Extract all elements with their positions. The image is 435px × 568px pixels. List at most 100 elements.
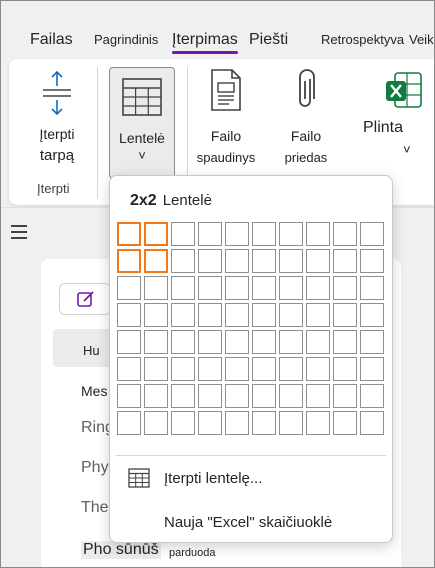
- table-grid-cell[interactable]: [306, 303, 330, 327]
- spreadsheet-button[interactable]: Plinta ˅: [359, 69, 429, 161]
- table-grid-cell[interactable]: [144, 222, 168, 246]
- tab-insert[interactable]: Įterpimas: [172, 31, 238, 54]
- table-grid-cell[interactable]: [198, 411, 222, 435]
- table-grid-cell[interactable]: [252, 276, 276, 300]
- table-grid-cell[interactable]: [171, 384, 195, 408]
- page-item[interactable]: Hu: [83, 343, 100, 358]
- table-grid-cell[interactable]: [198, 276, 222, 300]
- table-grid-cell[interactable]: [144, 276, 168, 300]
- file-printout-button[interactable]: Failo spaudinys: [193, 69, 259, 169]
- table-grid-cell[interactable]: [198, 384, 222, 408]
- new-page-button[interactable]: [59, 283, 111, 315]
- table-grid-cell[interactable]: [306, 222, 330, 246]
- table-grid-cell[interactable]: [198, 303, 222, 327]
- table-grid-cell[interactable]: [360, 303, 384, 327]
- table-grid-cell[interactable]: [117, 303, 141, 327]
- table-grid-cell[interactable]: [198, 330, 222, 354]
- tab-draw[interactable]: Piešti: [249, 31, 288, 49]
- tab-home[interactable]: Pagrindinis: [94, 32, 158, 47]
- table-grid-cell[interactable]: [252, 303, 276, 327]
- table-grid-cell[interactable]: [144, 303, 168, 327]
- page-item[interactable]: Mes: [81, 383, 107, 399]
- table-grid-cell[interactable]: [279, 276, 303, 300]
- table-grid-cell[interactable]: [279, 222, 303, 246]
- table-grid-cell[interactable]: [333, 357, 357, 381]
- table-grid-cell[interactable]: [306, 330, 330, 354]
- table-grid-cell[interactable]: [144, 249, 168, 273]
- table-grid-cell[interactable]: [198, 222, 222, 246]
- table-grid-cell[interactable]: [333, 330, 357, 354]
- table-grid-cell[interactable]: [360, 411, 384, 435]
- page-item[interactable]: The: [81, 499, 109, 517]
- table-grid-cell[interactable]: [252, 330, 276, 354]
- table-grid-cell[interactable]: [144, 357, 168, 381]
- hamburger-icon[interactable]: [11, 225, 27, 239]
- file-attachment-button[interactable]: Failo priedas: [273, 69, 339, 169]
- insert-space-button[interactable]: Įterpti tarpą: [27, 69, 87, 167]
- tab-file[interactable]: Failas: [30, 31, 73, 49]
- table-grid-cell[interactable]: [333, 411, 357, 435]
- table-grid-cell[interactable]: [333, 276, 357, 300]
- table-grid-cell[interactable]: [225, 357, 249, 381]
- page-item[interactable]: Phy: [81, 459, 109, 477]
- table-grid-cell[interactable]: [279, 411, 303, 435]
- table-grid-cell[interactable]: [225, 411, 249, 435]
- table-grid-cell[interactable]: [144, 384, 168, 408]
- table-grid-cell[interactable]: [252, 222, 276, 246]
- table-grid-cell[interactable]: [333, 222, 357, 246]
- table-grid-cell[interactable]: [279, 303, 303, 327]
- table-grid-cell[interactable]: [333, 303, 357, 327]
- table-grid-cell[interactable]: [333, 249, 357, 273]
- table-grid-cell[interactable]: [117, 249, 141, 273]
- tab-review[interactable]: Retrospektyva: [321, 32, 404, 47]
- table-grid-cell[interactable]: [360, 222, 384, 246]
- table-grid-cell[interactable]: [117, 411, 141, 435]
- table-grid-cell[interactable]: [225, 276, 249, 300]
- tab-view[interactable]: Veiks: [409, 32, 434, 47]
- table-grid-cell[interactable]: [252, 411, 276, 435]
- table-grid-cell[interactable]: [306, 249, 330, 273]
- table-grid-cell[interactable]: [144, 330, 168, 354]
- table-grid-cell[interactable]: [306, 384, 330, 408]
- table-grid-cell[interactable]: [225, 303, 249, 327]
- table-grid-cell[interactable]: [171, 357, 195, 381]
- table-grid-cell[interactable]: [360, 330, 384, 354]
- table-grid-cell[interactable]: [225, 222, 249, 246]
- table-grid-cell[interactable]: [306, 411, 330, 435]
- table-grid-cell[interactable]: [252, 357, 276, 381]
- table-grid-cell[interactable]: [279, 249, 303, 273]
- table-grid-cell[interactable]: [117, 357, 141, 381]
- table-grid-cell[interactable]: [117, 222, 141, 246]
- table-grid-cell[interactable]: [225, 330, 249, 354]
- table-grid-cell[interactable]: [252, 384, 276, 408]
- table-grid-cell[interactable]: [171, 276, 195, 300]
- table-grid-cell[interactable]: [225, 249, 249, 273]
- table-grid-cell[interactable]: [117, 276, 141, 300]
- table-grid-cell[interactable]: [279, 384, 303, 408]
- table-grid-cell[interactable]: [171, 249, 195, 273]
- table-grid-cell[interactable]: [306, 357, 330, 381]
- table-grid-cell[interactable]: [360, 276, 384, 300]
- table-grid-cell[interactable]: [333, 384, 357, 408]
- dropdown-divider: [116, 455, 386, 456]
- table-grid-cell[interactable]: [171, 411, 195, 435]
- table-grid-cell[interactable]: [360, 384, 384, 408]
- table-grid-cell[interactable]: [306, 276, 330, 300]
- table-grid-cell[interactable]: [279, 357, 303, 381]
- table-grid-cell[interactable]: [171, 330, 195, 354]
- table-grid-cell[interactable]: [171, 303, 195, 327]
- table-grid-cell[interactable]: [279, 330, 303, 354]
- table-grid-cell[interactable]: [252, 249, 276, 273]
- table-grid-cell[interactable]: [117, 384, 141, 408]
- table-grid-cell[interactable]: [360, 249, 384, 273]
- table-button[interactable]: Lentelė ˅: [109, 67, 175, 179]
- new-excel-spreadsheet-item[interactable]: Nauja "Excel" skaičiuoklė: [164, 514, 332, 531]
- table-grid-cell[interactable]: [171, 222, 195, 246]
- table-grid-cell[interactable]: [117, 330, 141, 354]
- table-grid-cell[interactable]: [225, 384, 249, 408]
- table-grid-cell[interactable]: [198, 357, 222, 381]
- page-item[interactable]: Pho sūnūš: [81, 541, 161, 559]
- table-grid-cell[interactable]: [144, 411, 168, 435]
- table-grid-cell[interactable]: [198, 249, 222, 273]
- table-grid-cell[interactable]: [360, 357, 384, 381]
